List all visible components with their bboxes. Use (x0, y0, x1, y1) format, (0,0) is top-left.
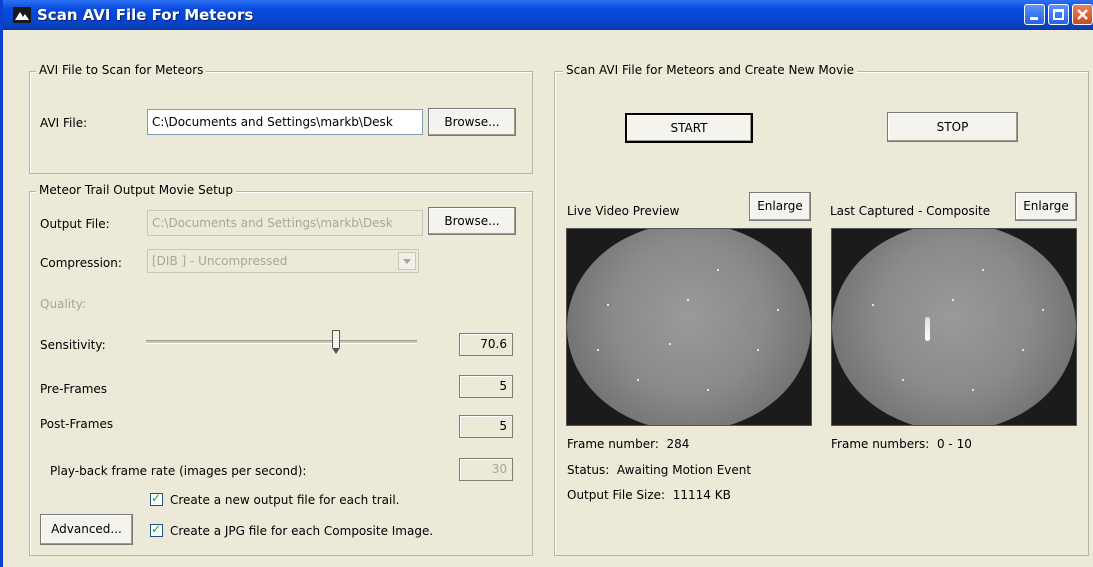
jpg-label: Create a JPG file for each Composite Ima… (170, 524, 434, 538)
output-browse-button[interactable]: Browse... (428, 207, 516, 235)
status-value: Awaiting Motion Event (616, 463, 752, 477)
output-size-label: Output File Size: 11114 KB (567, 488, 731, 502)
star (637, 379, 639, 381)
close-icon (1077, 9, 1088, 20)
compression-select[interactable]: [DIB ] - Uncompressed (147, 249, 419, 273)
preframes-input[interactable]: 5 (459, 375, 513, 398)
star (1022, 349, 1024, 351)
sensitivity-value[interactable]: 70.6 (459, 333, 513, 356)
star (717, 269, 719, 271)
maximize-button[interactable] (1048, 4, 1069, 25)
dialog-content: AVI File to Scan for Meteors AVI File: C… (3, 30, 1093, 567)
sky-image (567, 229, 811, 425)
output-setup-group-legend: Meteor Trail Output Movie Setup (36, 183, 237, 197)
star (952, 299, 954, 301)
sky-image (832, 229, 1076, 425)
app-window: Scan AVI File For Meteors AVI File to Sc… (0, 0, 1093, 567)
output-file-input[interactable]: C:\Documents and Settings\markb\Desk (147, 210, 423, 236)
title-bar[interactable]: Scan AVI File For Meteors (3, 0, 1093, 30)
last-captured-label: Last Captured - Composite (830, 204, 991, 218)
preframes-label: Pre-Frames (40, 382, 108, 396)
frame-number-value: 284 (666, 437, 690, 451)
slider-thumb[interactable] (332, 330, 340, 354)
live-preview-label: Live Video Preview (567, 204, 680, 218)
output-file-label: Output File: (40, 217, 110, 231)
new-output-checkbox[interactable] (150, 491, 163, 506)
app-icon (13, 7, 31, 23)
star (669, 343, 671, 345)
star (757, 349, 759, 351)
avi-file-input[interactable]: C:\Documents and Settings\markb\Desk (147, 109, 423, 135)
scan-group-legend: Scan AVI File for Meteors and Create New… (563, 63, 857, 77)
enlarge-live-button[interactable]: Enlarge (749, 192, 811, 221)
slider-track (146, 340, 417, 344)
frame-number-label: Frame number: 284 (567, 437, 690, 451)
postframes-label: Post-Frames (40, 417, 114, 431)
star (872, 304, 874, 306)
jpg-checkbox[interactable] (150, 522, 163, 537)
compression-value: [DIB ] - Uncompressed (152, 254, 288, 268)
start-button[interactable]: START (625, 113, 753, 143)
star (1042, 309, 1044, 311)
sensitivity-slider[interactable] (146, 328, 417, 356)
star (607, 304, 609, 306)
output-size-value: 11114 KB (672, 488, 731, 502)
live-preview-image (566, 228, 812, 426)
star (902, 379, 904, 381)
compression-label: Compression: (40, 256, 122, 270)
status-label: Status: Awaiting Motion Event (567, 463, 752, 477)
advanced-button[interactable]: Advanced... (40, 514, 133, 545)
star (707, 389, 709, 391)
minimize-button[interactable] (1024, 4, 1045, 25)
frame-numbers-value: 0 - 10 (936, 437, 972, 451)
chevron-down-icon[interactable] (398, 252, 416, 270)
playback-input[interactable]: 30 (459, 458, 513, 481)
star (982, 269, 984, 271)
window-title: Scan AVI File For Meteors (37, 6, 254, 24)
meteor-trail (925, 317, 930, 341)
star (687, 299, 689, 301)
close-button[interactable] (1072, 4, 1093, 25)
star (777, 309, 779, 311)
avi-browse-button[interactable]: Browse... (428, 108, 516, 136)
quality-label: Quality: (40, 297, 87, 311)
avi-file-group-legend: AVI File to Scan for Meteors (36, 63, 207, 77)
star (597, 349, 599, 351)
postframes-input[interactable]: 5 (459, 415, 513, 438)
stop-button[interactable]: STOP (887, 112, 1018, 142)
star (972, 389, 974, 391)
avi-file-label: AVI File: (40, 116, 88, 130)
sensitivity-label: Sensitivity: (40, 338, 106, 352)
enlarge-composite-button[interactable]: Enlarge (1015, 192, 1077, 221)
frame-numbers-label: Frame numbers: 0 - 10 (831, 437, 972, 451)
new-output-label: Create a new output file for each trail. (170, 493, 400, 507)
playback-label: Play-back frame rate (images per second)… (50, 464, 307, 478)
composite-image (831, 228, 1077, 426)
